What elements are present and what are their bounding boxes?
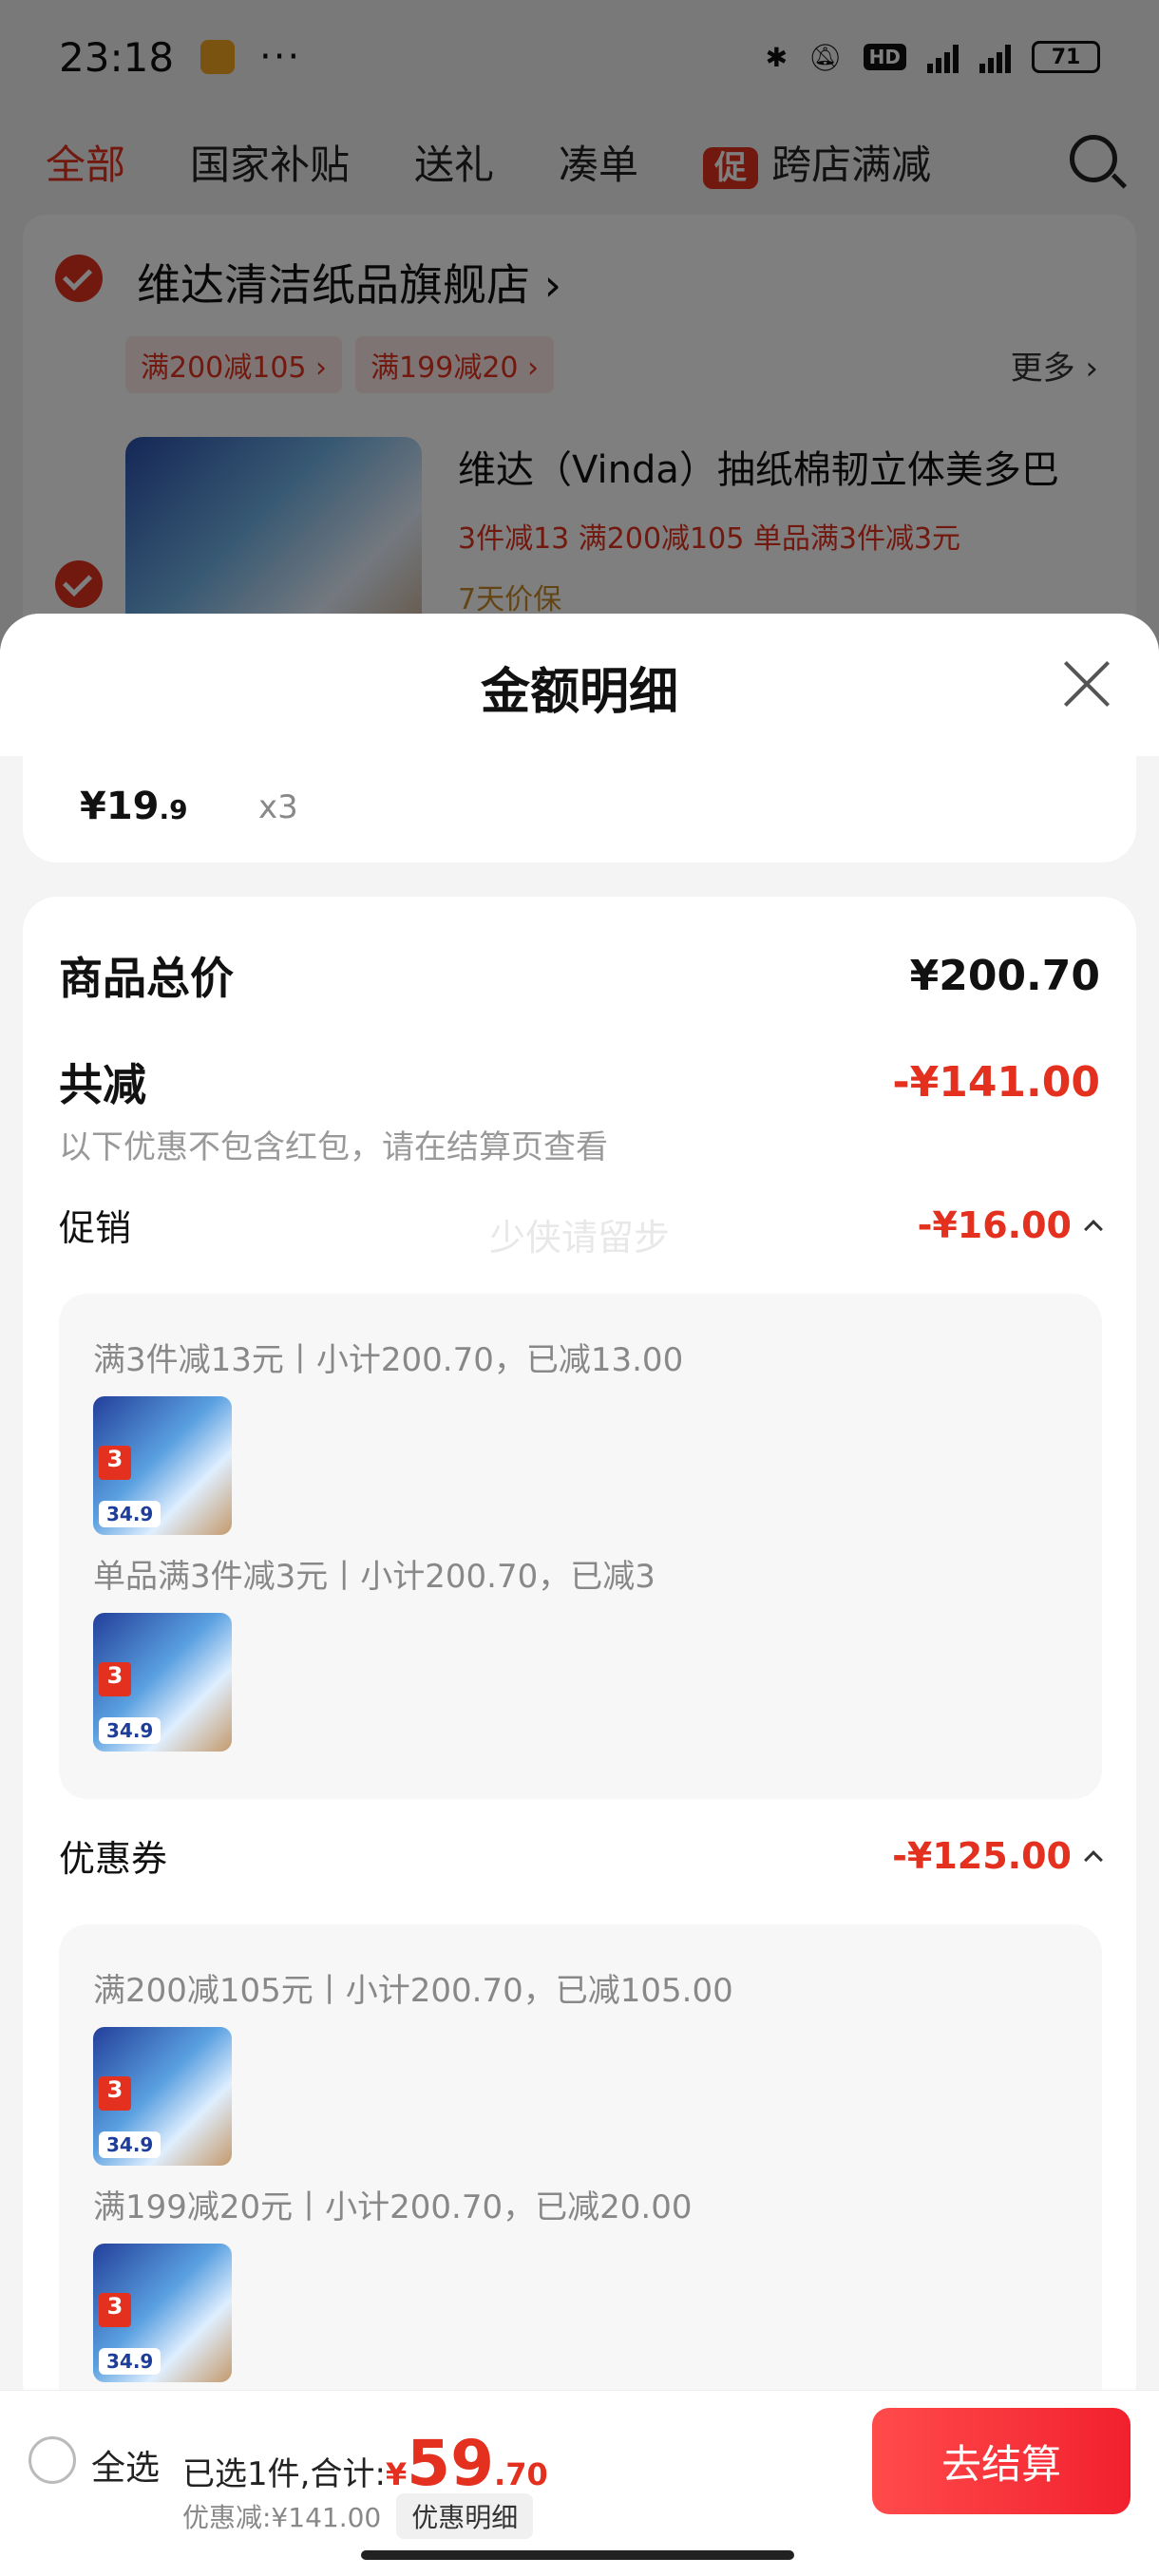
- promo-detail-box: 满3件减13元丨小计200.70，已减13.00 3 34.9 单品满3件减3元丨…: [59, 1294, 1102, 1799]
- item-price: ¥19.9: [80, 785, 188, 828]
- checkout-bar: 全选 已选1件,合计: ¥ 59 .70 优惠减:¥141.00 优惠明细 去结…: [0, 2390, 1159, 2576]
- modal-overlay[interactable]: [0, 0, 1159, 665]
- reduce-value: -¥141.00: [892, 1057, 1100, 1107]
- reduce-row: 共减 -¥141.00: [59, 1051, 1100, 1113]
- total-summary: 已选1件,合计: ¥ 59 .70: [182, 2427, 548, 2500]
- promo-row[interactable]: 促销 -¥16.00: [59, 1199, 1103, 1251]
- chevron-up-icon[interactable]: [1084, 1849, 1103, 1869]
- selected-prefix: 已选1件,合计:: [182, 2455, 386, 2493]
- price-detail-card: 商品总价 ¥200.70 共减 -¥141.00 以下优惠不包含红包，请在结算页…: [23, 897, 1136, 2390]
- discount-detail-button[interactable]: 优惠明细: [396, 2493, 534, 2539]
- total-amount-decimal: .70: [494, 2456, 548, 2492]
- sheet-header: 金额明细: [0, 614, 1159, 756]
- product-thumbnail[interactable]: 3 34.9: [93, 1613, 232, 1752]
- select-all-radio[interactable]: [28, 2436, 76, 2484]
- home-indicator[interactable]: [361, 2550, 794, 2560]
- item-quantity: x3: [258, 788, 298, 826]
- discount-amount: 优惠减:¥141.00: [182, 2502, 382, 2533]
- total-label: 商品总价: [59, 953, 234, 1004]
- chevron-up-icon[interactable]: [1084, 1219, 1103, 1239]
- coupon-line: 满199减20元丨小计200.70，已减20.00: [93, 2188, 693, 2226]
- coupon-line: 满200减105元丨小计200.70，已减105.00: [93, 1972, 733, 2010]
- promo-label: 促销: [59, 1207, 132, 1249]
- promo-line: 满3件减13元丨小计200.70，已减13.00: [93, 1341, 684, 1379]
- item-row-card: ¥19.9 x3: [23, 756, 1136, 862]
- currency: ¥: [385, 2456, 408, 2492]
- promo-line: 单品满3件减3元丨小计200.70，已减3: [93, 1558, 656, 1596]
- product-thumbnail[interactable]: 3 34.9: [93, 2244, 232, 2382]
- coupon-detail-box: 满200减105元丨小计200.70，已减105.00 3 34.9 满199减2…: [59, 1924, 1102, 2390]
- coupon-value: -¥125.00: [892, 1834, 1072, 1877]
- coupon-label: 优惠券: [59, 1838, 168, 1880]
- promo-value: -¥16.00: [917, 1203, 1072, 1246]
- screen: 23:18 ··· ✱ 🔕︎ HD 71 全部 国家补贴 送礼 凑单 促跨店满减: [0, 0, 1159, 2576]
- sheet-title: 金额明细: [480, 664, 678, 721]
- close-icon[interactable]: [1062, 659, 1112, 709]
- discount-line: 优惠减:¥141.00 优惠明细: [182, 2493, 534, 2539]
- amount-detail-sheet: 金额明细 ¥19.9 x3 商品总价 ¥200.70 共减 -¥141.00 以…: [0, 614, 1159, 2390]
- total-row: 商品总价 ¥200.70: [59, 944, 1100, 1007]
- total-value: ¥200.70: [909, 951, 1100, 1000]
- product-thumbnail[interactable]: 3 34.9: [93, 2027, 232, 2166]
- checkout-button[interactable]: 去结算: [872, 2408, 1130, 2514]
- reduce-label: 共减: [59, 1059, 146, 1110]
- select-all-label[interactable]: 全选: [91, 2440, 160, 2490]
- total-amount: 59: [407, 2427, 495, 2500]
- product-thumbnail[interactable]: 3 34.9: [93, 1396, 232, 1535]
- reduce-note: 以下优惠不包含红包，请在结算页查看: [59, 1128, 608, 1166]
- coupon-row[interactable]: 优惠券 -¥125.00: [59, 1829, 1103, 1882]
